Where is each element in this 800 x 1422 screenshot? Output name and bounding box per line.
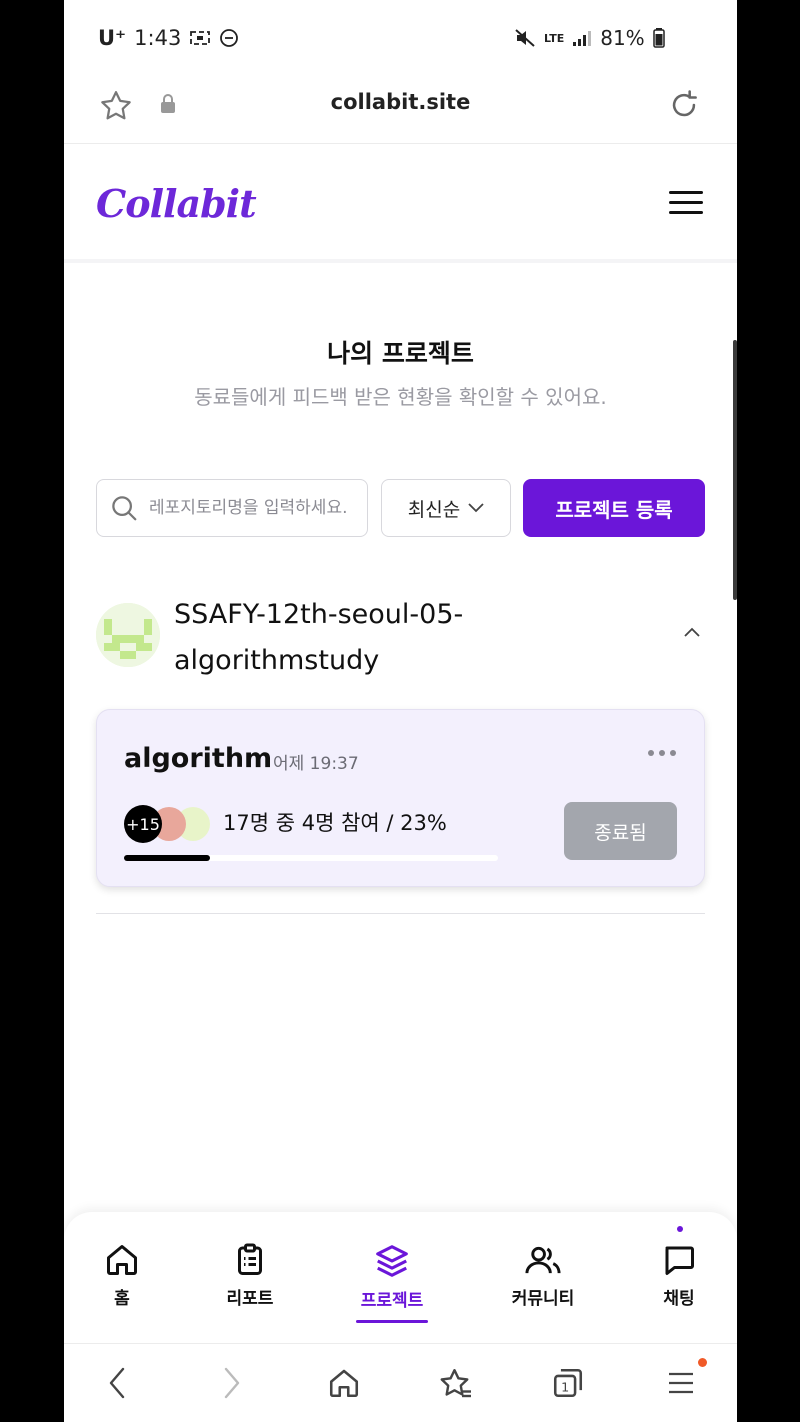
tab-label: 프로젝트 [360,1291,424,1311]
search-box[interactable] [96,479,368,537]
network-label: LTE [544,31,565,45]
identicon-image [96,603,160,667]
more-options-icon[interactable] [648,750,676,756]
browser-url-bar: collabit.site [64,78,737,144]
mute-icon [515,29,535,47]
home-icon [107,1245,137,1275]
url-text[interactable]: collabit.site [64,90,737,114]
status-time: 1:43 [134,26,182,50]
status-bar: U⁺ 1:43 LTE 81% [64,0,737,78]
register-project-button[interactable]: 프로젝트 등록 [523,479,705,537]
sort-dropdown[interactable]: 최신순 [381,479,511,537]
menu-icon[interactable] [669,191,703,215]
search-input[interactable] [149,498,359,518]
participation-stats: 17명 중 4명 참여 / 23% [223,811,447,835]
project-card[interactable]: algorithm 어제 19:37 +15 17명 중 4명 참여 / 23%… [96,709,705,887]
battery-percent: 81% [600,26,645,50]
menu-notification-dot [698,1358,707,1367]
chevron-up-icon[interactable] [683,626,701,638]
bookmarks-icon[interactable] [438,1366,474,1402]
bottom-tab-nav: 홈 리포트 프로젝트 커뮤니티 채팅 [64,1212,737,1343]
svg-text:1: 1 [561,1381,569,1396]
active-tab-indicator [356,1320,428,1323]
page-subtitle: 동료들에게 피드백 받은 현황을 확인할 수 있어요. [194,385,607,409]
divider [96,913,705,914]
extra-participants-badge: +15 [124,805,162,843]
carrier-label: U⁺ [98,26,127,50]
status-right: LTE 81% [514,26,665,50]
page-title: 나의 프로젝트 [327,339,474,368]
project-time: 어제 19:37 [273,754,359,774]
phone-screen: U⁺ 1:43 LTE 81% collabit.site Collabit 나… [64,0,737,1422]
search-icon [112,496,137,521]
reload-icon[interactable] [667,88,701,122]
tab-label: 커뮤니티 [511,1289,575,1309]
status-button[interactable]: 종료됨 [564,802,677,860]
tab-label: 채팅 [663,1289,695,1309]
browser-menu-icon[interactable] [666,1366,696,1400]
dnd-icon [220,29,239,47]
chat-icon [665,1246,694,1275]
progress-track [124,855,498,861]
browser-home-icon[interactable] [327,1366,361,1400]
tab-label: 리포트 [226,1289,274,1309]
chat-notification-dot [677,1226,683,1232]
browser-bottom-bar: 1 [64,1343,737,1422]
signal-icon [573,31,592,46]
site-logo[interactable]: Collabit [96,181,257,226]
clipboard-icon [238,1243,262,1275]
layers-icon [376,1245,408,1277]
forward-icon[interactable] [219,1366,243,1400]
tabs-icon[interactable]: 1 [550,1366,586,1400]
users-icon [525,1246,561,1274]
tab-home[interactable]: 홈 [64,1242,182,1309]
repo-avatar [96,603,160,667]
tab-chat[interactable]: 채팅 [619,1242,737,1309]
site-header: Collabit [64,145,737,263]
tab-community[interactable]: 커뮤니티 [483,1242,603,1309]
participant-avatars: +15 [124,805,214,843]
status-left: U⁺ 1:43 [98,26,239,50]
tab-project[interactable]: 프로젝트 [332,1242,452,1323]
project-name: algorithm [124,743,273,774]
tab-report[interactable]: 리포트 [190,1242,310,1309]
progress-fill [124,855,211,861]
tab-label: 홈 [114,1289,130,1309]
sort-label: 최신순 [407,498,461,521]
repo-name[interactable]: SSAFY-12th-seoul-05-algorithmstudy [174,592,574,684]
battery-icon [652,28,665,48]
chevron-down-icon [468,503,484,513]
screenshot-icon [190,31,211,45]
scrollbar[interactable] [733,340,737,600]
back-icon[interactable] [106,1366,130,1400]
